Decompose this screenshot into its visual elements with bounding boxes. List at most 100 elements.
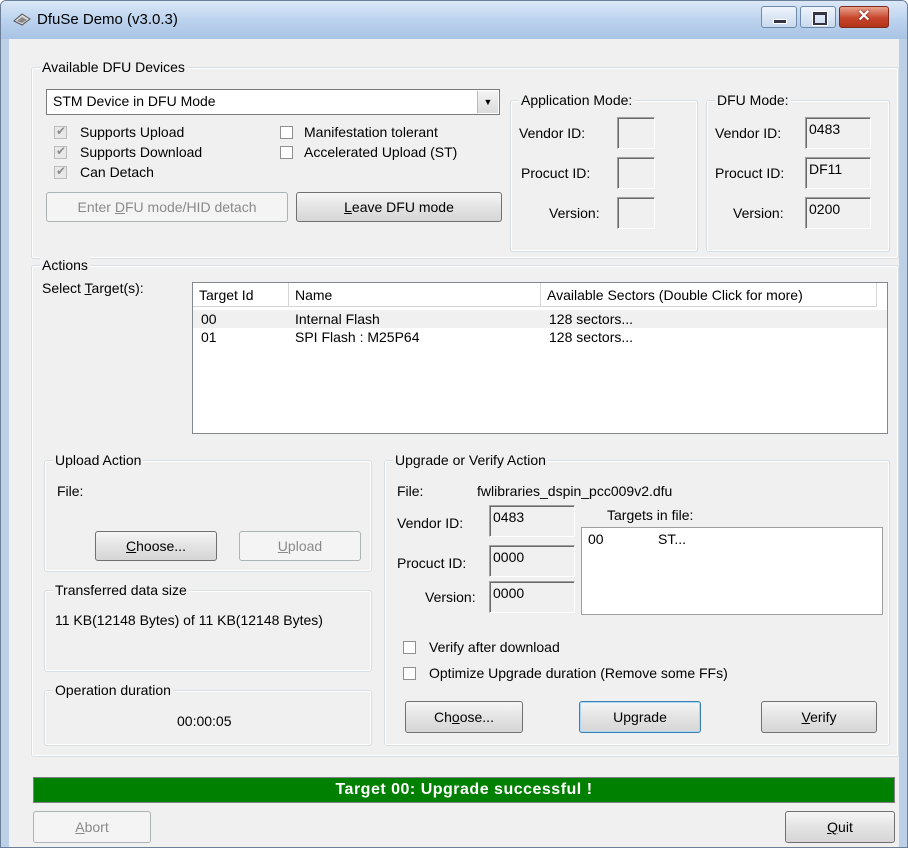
leave-dfu-accel: L [344, 199, 352, 215]
upgrade-file-label: File: [397, 483, 424, 499]
targets-in-file-list[interactable]: 00 ST... [581, 527, 883, 615]
upgrade-button[interactable]: Upgrade [579, 701, 701, 733]
target-row[interactable]: 00 Internal Flash 128 sectors... [193, 310, 887, 328]
supports-download-checkbox[interactable]: ✔ [54, 144, 67, 159]
upgrade-product-id-field: 0000 [489, 545, 575, 577]
enter-dfu-accel: D [114, 199, 125, 215]
upload-action-legend: Upload Action [53, 452, 144, 468]
enter-dfu-suffix: FU mode/HID detach [124, 199, 257, 215]
app-product-id-field [617, 157, 655, 189]
upgrade-verify-legend: Upgrade or Verify Action [393, 452, 548, 468]
app-vendor-id-label: Vendor ID: [519, 125, 586, 141]
file-target-id-cell: 00 [588, 531, 604, 547]
upgrade-file-value: fwlibraries_dspin_pcc009v2.dfu [477, 483, 673, 499]
target-sectors-cell: 128 sectors... [549, 311, 634, 327]
device-select[interactable]: STM Device in DFU Mode ▼ [46, 89, 500, 115]
upgrade-choose-prefix: Ch [434, 709, 452, 725]
leave-dfu-mode-button[interactable]: Leave DFU mode [296, 192, 502, 222]
enter-dfu-prefix: Enter [77, 199, 115, 215]
abort-button[interactable]: Abort [33, 811, 151, 843]
target-name-cell: Internal Flash [295, 311, 380, 327]
optimize-upgrade-label: Optimize Upgrade duration (Remove some F… [429, 665, 728, 681]
leave-dfu-suffix: eave DFU mode [351, 199, 454, 215]
application-mode-group: Application Mode: Vendor ID: Procuct ID:… [510, 92, 698, 252]
dfu-product-id-label: Procuct ID: [715, 165, 785, 181]
minimize-button[interactable] [761, 6, 797, 28]
target-id-cell: 01 [201, 329, 217, 345]
target-sectors-cell: 128 sectors... [549, 329, 634, 345]
close-button[interactable]: ✕ [839, 6, 889, 28]
upload-accel: U [277, 538, 288, 554]
upgrade-prefix: Up [613, 709, 632, 725]
dfuse-window: DfuSe Demo (v3.0.3) ✕ Available DFU Devi… [0, 0, 908, 848]
select-targets-prefix: Select [42, 280, 85, 296]
verify-button[interactable]: Verify [761, 701, 877, 733]
can-detach-checkbox[interactable]: ✔ [54, 164, 67, 179]
upload-suffix: pload [287, 538, 323, 554]
chevron-down-icon[interactable]: ▼ [477, 91, 498, 113]
manifestation-tolerant-label: Manifestation tolerant [304, 124, 438, 140]
checkmark-icon: ✔ [56, 164, 67, 178]
dfu-mode-group: DFU Mode: Vendor ID: 0483 Procuct ID: DF… [706, 92, 890, 252]
title-bar[interactable]: DfuSe Demo (v3.0.3) ✕ [1, 1, 907, 39]
maximize-button[interactable] [800, 6, 836, 28]
targets-in-file-row[interactable]: 00 ST... [582, 530, 882, 548]
quit-button[interactable]: Quit [785, 811, 895, 843]
app-icon [13, 13, 31, 26]
status-bar: Target 00: Upgrade successful ! [33, 777, 895, 803]
dfu-mode-legend: DFU Mode: [715, 92, 791, 108]
targets-header: Target Id Name Available Sectors (Double… [193, 283, 887, 307]
column-name[interactable]: Name [289, 283, 541, 307]
file-target-name-cell: ST... [658, 531, 687, 547]
available-dfu-devices-group: Available DFU Devices STM Device in DFU … [31, 59, 899, 259]
upload-choose-accel: C [126, 538, 137, 554]
upgrade-verify-group: Upgrade or Verify Action File: fwlibrari… [384, 452, 890, 746]
can-detach-label: Can Detach [80, 164, 154, 180]
upgrade-choose-suffix: ose... [459, 709, 494, 725]
quit-accel: Q [827, 819, 839, 835]
select-targets-suffix: arget(s): [91, 280, 144, 296]
transferred-data-legend: Transferred data size [53, 582, 189, 598]
upload-file-label: File: [57, 483, 84, 499]
maximize-icon [813, 12, 827, 25]
app-vendor-id-field [617, 117, 655, 149]
abort-suffix: bort [84, 819, 109, 835]
accelerated-upload-checkbox[interactable] [280, 146, 293, 159]
abort-accel: A [75, 819, 85, 835]
actions-group: Actions Select Target(s): Target Id Name… [31, 257, 899, 757]
verify-after-download-checkbox[interactable] [403, 641, 416, 654]
upload-choose-suffix: hoose... [136, 538, 186, 554]
upgrade-choose-accel: o [451, 709, 460, 725]
accelerated-upload-label: Accelerated Upload (ST) [304, 144, 458, 160]
manifestation-tolerant-checkbox[interactable] [280, 126, 293, 139]
target-row[interactable]: 01 SPI Flash : M25P64 128 sectors... [193, 328, 887, 346]
verify-after-download-label: Verify after download [429, 639, 560, 655]
window-title: DfuSe Demo (v3.0.3) [37, 11, 178, 28]
upload-choose-button[interactable]: Choose... [95, 531, 217, 561]
app-version-label: Version: [549, 205, 600, 221]
dfu-product-id-field: DF11 [805, 157, 871, 189]
upgrade-accel: g [631, 709, 639, 725]
column-target-id[interactable]: Target Id [193, 283, 289, 307]
target-id-cell: 00 [201, 311, 217, 327]
target-name-cell: SPI Flash : M25P64 [295, 329, 420, 345]
supports-upload-checkbox[interactable]: ✔ [54, 124, 67, 139]
operation-duration-value: 00:00:05 [177, 713, 232, 729]
minimize-icon [773, 19, 787, 24]
upgrade-suffix: rade [638, 709, 667, 725]
app-version-field [617, 197, 655, 229]
transferred-data-value: 11 KB(12148 Bytes) of 11 KB(12148 Bytes) [55, 612, 323, 628]
close-icon: ✕ [857, 8, 871, 25]
dfu-version-field: 0200 [805, 197, 871, 229]
transferred-data-group: Transferred data size 11 KB(12148 Bytes)… [44, 582, 372, 672]
available-dfu-devices-legend: Available DFU Devices [40, 59, 187, 75]
targets-listview[interactable]: Target Id Name Available Sectors (Double… [192, 282, 888, 434]
application-mode-legend: Application Mode: [519, 92, 635, 108]
upgrade-choose-button[interactable]: Choose... [405, 701, 523, 733]
upload-action-group: Upload Action File: Choose... Upload [44, 452, 372, 572]
optimize-upgrade-checkbox[interactable] [403, 667, 416, 680]
supports-download-label: Supports Download [80, 144, 203, 160]
column-available-sectors[interactable]: Available Sectors (Double Click for more… [541, 283, 877, 307]
enter-dfu-mode-button[interactable]: Enter DFU mode/HID detach [46, 192, 288, 222]
upload-button[interactable]: Upload [239, 531, 361, 561]
